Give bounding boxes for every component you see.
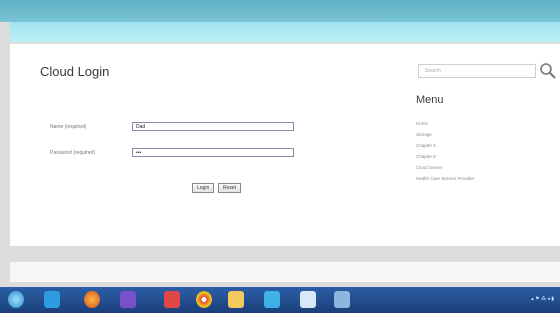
search-input[interactable]: Search (418, 64, 536, 78)
menu-list: Home Storage Chapter 4 Chapter 5 Cloud S… (416, 118, 474, 184)
ie-icon[interactable] (44, 291, 60, 308)
menu-item-home[interactable]: Home (416, 118, 474, 129)
login-button[interactable]: Login (192, 183, 215, 193)
reset-button[interactable]: Reset (218, 183, 242, 193)
password-row: Password (required) (50, 150, 132, 156)
menu-heading: Menu (416, 94, 444, 106)
page-title: Cloud Login (40, 64, 110, 79)
firefox-icon[interactable] (84, 291, 100, 308)
menu-item-health-care[interactable]: Health Care Service Provider (416, 173, 474, 184)
start-icon[interactable] (8, 291, 24, 308)
visual-studio-icon[interactable] (120, 291, 136, 308)
site-header-band (10, 22, 560, 42)
password-label: Password (required) (50, 150, 96, 156)
name-label: Name (required) (50, 124, 87, 130)
name-input[interactable]: Dad (132, 122, 294, 131)
paint-icon[interactable] (164, 291, 180, 308)
menu-item-chapter-5[interactable]: Chapter 5 (416, 151, 474, 162)
menu-item-storage[interactable]: Storage (416, 129, 474, 140)
password-input[interactable]: ••• (132, 148, 294, 157)
name-row: Name (required) (50, 124, 132, 130)
search-icon[interactable] (538, 61, 558, 81)
media-icon[interactable] (300, 291, 316, 308)
menu-item-chapter-4[interactable]: Chapter 4 (416, 140, 474, 151)
taskbar: ▴ ⚑ ⁂ ◂ ▮ (0, 287, 560, 313)
chrome-icon[interactable] (196, 291, 212, 308)
network-icon[interactable] (264, 291, 280, 308)
window-icon[interactable] (334, 291, 350, 308)
folder-icon[interactable] (228, 291, 244, 308)
footer-strip (10, 262, 560, 282)
system-tray[interactable]: ▴ ⚑ ⁂ ◂ ▮ (531, 296, 554, 302)
browser-top-bar (0, 0, 560, 22)
menu-item-cloud-server[interactable]: Cloud Server (416, 162, 474, 173)
main-panel: Cloud Login Name (required) Dad Password… (10, 44, 560, 246)
